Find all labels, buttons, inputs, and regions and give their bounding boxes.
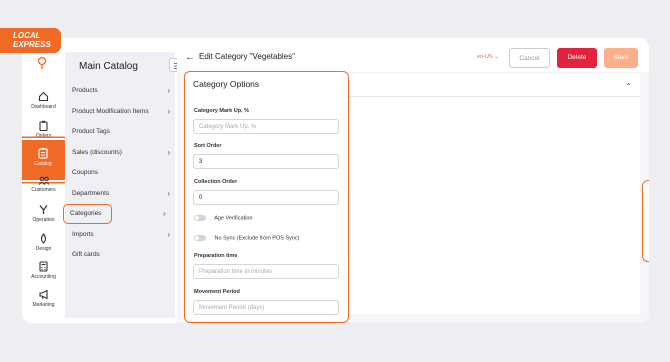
home-icon <box>38 91 49 102</box>
sidebar-item-marketing[interactable]: Marketing <box>22 289 65 308</box>
sidebar-item-label: Dashboard <box>31 104 56 110</box>
sort-order-input[interactable]: 3 <box>193 154 339 169</box>
design-icon <box>40 233 47 244</box>
back-arrow-icon[interactable]: ← <box>185 52 195 63</box>
chevron-right-icon: › <box>167 107 170 116</box>
collection-order-input[interactable]: 0 <box>193 190 339 205</box>
cancel-button[interactable]: Cancel <box>509 48 550 68</box>
collection-order-label: Collection Order <box>194 179 238 185</box>
language-value: en-US <box>477 54 493 60</box>
clipboard-icon <box>39 120 48 131</box>
movement-period-label: Movement Period <box>194 289 240 295</box>
menu-item-categories[interactable]: Categories <box>63 204 112 224</box>
operation-icon <box>39 205 48 214</box>
menu-item-product-modification-items[interactable]: Product Modification Items › <box>72 103 170 121</box>
preparation-time-label: Preparation time <box>194 253 238 259</box>
no-sync-row: No Sync (Exclude from POS Sync) <box>194 235 300 241</box>
brand-line1: LOCAL <box>13 31 41 40</box>
side-drawer-handle[interactable] <box>642 180 649 262</box>
app-window: Dashboard Orders Catalog Customers Opera… <box>22 38 649 323</box>
no-sync-label: No Sync (Exclude from POS Sync) <box>214 235 300 242</box>
customers-icon <box>38 176 49 185</box>
menu-item-label: Product Tags <box>72 128 110 135</box>
sidebar-item-accounting[interactable]: Accounting <box>22 261 65 280</box>
chevron-right-icon: › <box>167 86 170 95</box>
chevron-down-icon: ⌄ <box>494 54 499 60</box>
sidebar-item-label: Design <box>35 246 52 252</box>
menu-item-coupons[interactable]: Coupons <box>72 164 170 182</box>
age-verification-toggle[interactable] <box>194 215 206 221</box>
menu-item-product-tags[interactable]: Product Tags <box>72 123 170 141</box>
menu-item-label: Coupons <box>72 169 99 176</box>
save-button[interactable]: Save <box>604 48 638 68</box>
menu-item-label: Gift cards <box>72 251 100 258</box>
age-verification-label: Age Verification <box>214 215 253 222</box>
sidebar-item-design[interactable]: Design <box>22 233 65 252</box>
chevron-right-icon: › <box>167 230 170 239</box>
section-title: Category Options <box>193 79 260 89</box>
category-options-section: Category Options Category Mark Up, % Cat… <box>184 71 349 323</box>
brand-logo[interactable]: LOCAL EXPRESS <box>0 28 61 53</box>
menu-item-products[interactable]: Products › <box>72 82 170 100</box>
movement-period-input[interactable]: Movement Period (days) <box>193 300 339 315</box>
main-area: ← Edit Category "Vegetables" en-US ⌄ Can… <box>177 38 649 323</box>
delete-button[interactable]: Delete <box>557 48 597 68</box>
sidebar: Dashboard Orders Catalog Customers Opera… <box>22 38 68 323</box>
markup-label: Category Mark Up, % <box>194 108 250 114</box>
menu-item-label: Sales (discounts) <box>72 149 122 156</box>
sidebar-item-dashboard[interactable]: Dashboard <box>22 91 65 110</box>
sidebar-item-label: Accounting <box>31 274 56 280</box>
sidebar-item-label: Orders <box>35 133 52 139</box>
calculator-icon <box>39 261 48 272</box>
chevron-right-icon: › <box>167 189 170 198</box>
chevron-right-icon: › <box>167 148 170 157</box>
menu-title: Main Catalog <box>79 61 138 72</box>
menu-item-sales[interactable]: Sales (discounts) › <box>72 144 170 162</box>
page-title: Edit Category "Vegetables" <box>199 52 295 61</box>
chevron-up-icon[interactable]: ⌃ <box>625 82 632 91</box>
language-select[interactable]: en-US ⌄ <box>477 54 499 60</box>
location-pin-icon[interactable] <box>37 56 47 75</box>
age-verification-row: Age Verification <box>194 215 252 221</box>
sidebar-item-catalog[interactable]: Catalog <box>22 140 68 180</box>
menu-item-departments[interactable]: Departments › <box>72 185 170 203</box>
preparation-time-input[interactable]: Preparation time in minutes <box>193 264 339 279</box>
menu-item-label: Imports <box>72 231 94 238</box>
page-header: ← Edit Category "Vegetables" en-US ⌄ Can… <box>177 38 649 72</box>
menu-item-imports[interactable]: Imports › <box>72 226 170 244</box>
markup-input[interactable]: Category Mark Up, % <box>193 119 339 134</box>
catalog-icon <box>38 147 48 159</box>
menu-item-label: Categories <box>70 210 102 217</box>
sidebar-item-orders[interactable]: Orders <box>22 120 65 139</box>
megaphone-icon <box>38 289 48 300</box>
sidebar-item-label: Marketing <box>32 302 55 308</box>
sidebar-item-label: Customers <box>31 187 56 193</box>
sidebar-item-label: Catalog <box>34 161 52 167</box>
sidebar-item-operation[interactable]: Operation <box>22 204 65 223</box>
no-sync-toggle[interactable] <box>194 235 206 241</box>
sidebar-item-customers[interactable]: Customers <box>22 176 65 193</box>
sidebar-item-label: Operation <box>32 217 55 223</box>
catalog-menu: Main Catalog Products › Product Modifica… <box>63 52 183 318</box>
sort-order-label: Sort Order <box>194 143 222 149</box>
chevron-right-icon: › <box>163 209 166 218</box>
menu-item-label: Product Modification Items <box>72 108 149 115</box>
menu-item-label: Departments <box>72 190 110 197</box>
brand-line2: EXPRESS <box>13 40 51 49</box>
content-area: ⌃ Category Options Category Mark Up, % C… <box>177 71 649 323</box>
menu-item-gift-cards[interactable]: Gift cards <box>72 246 170 264</box>
menu-item-label: Products <box>72 87 98 94</box>
